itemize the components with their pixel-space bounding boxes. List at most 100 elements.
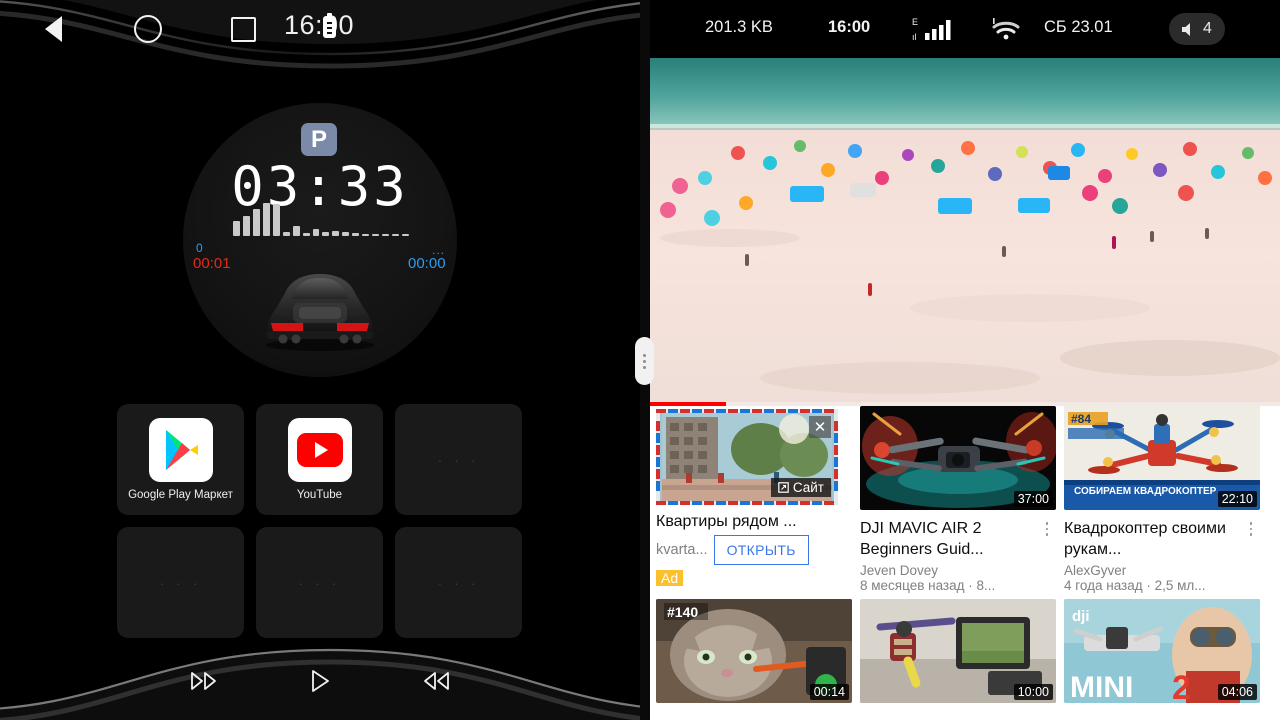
ad-domain: kvarta...: [656, 542, 708, 558]
ad-thumbnail[interactable]: ✕ Сайт: [656, 409, 838, 505]
equalizer-bar: [252, 208, 260, 236]
video-thumbnail[interactable]: 37:00: [860, 406, 1056, 510]
app-slot-empty[interactable]: · · ·: [395, 527, 522, 638]
equalizer-bar: [242, 215, 250, 236]
video-card[interactable]: 10:00: [860, 599, 1056, 703]
play-button[interactable]: [300, 666, 340, 696]
svg-text:E: E: [912, 17, 918, 27]
ad-site-link[interactable]: Сайт: [770, 478, 831, 497]
android-navigation-bar: 16:00: [0, 0, 640, 58]
video-channel: Jeven Dovey: [860, 563, 939, 578]
circle-home-icon: [134, 15, 162, 43]
recents-button[interactable]: [228, 14, 258, 44]
dial-right-bottom-value: 00:00: [408, 255, 446, 272]
video-title: Квадрокоптер своими рукам...: [1064, 520, 1226, 558]
car-launcher-pane: 16:00 P 03:33 0 00:01 ... 00:00 Google P…: [0, 0, 640, 720]
close-icon[interactable]: ✕: [809, 416, 831, 438]
dial-left-top-value: 0: [196, 241, 203, 255]
video-card[interactable]: #84 СОБИРАЕМ КВАДРОКОПТЕР 22:10 Квадроко…: [1064, 406, 1260, 593]
svg-text:ıl: ıl: [912, 32, 917, 42]
equalizer-bar: [382, 233, 389, 236]
video-duration: 22:10: [1217, 491, 1257, 507]
volume-indicator[interactable]: 4: [1169, 13, 1225, 45]
video-thumbnail[interactable]: MINI 2 dji 04:06: [1064, 599, 1260, 703]
svg-text:#140: #140: [667, 604, 698, 620]
equalizer-bar: [292, 226, 300, 236]
home-button[interactable]: [133, 14, 163, 44]
equalizer-bar: [362, 233, 370, 236]
split-screen-divider[interactable]: [635, 0, 654, 720]
app-shortcut-grid: Google Play Маркет YouTube · · · · · · · · ·…: [117, 404, 523, 638]
app-slot-empty[interactable]: · · ·: [117, 527, 244, 638]
app-slot-empty[interactable]: · · ·: [395, 404, 522, 515]
app-shortcut-youtube[interactable]: YouTube: [256, 404, 383, 515]
rewind-icon: [424, 672, 449, 690]
equalizer-bar: [282, 232, 290, 236]
feed-row-1: ✕ Сайт Квартиры рядом ... kvarta... ОТКР: [650, 406, 1280, 593]
video-card[interactable]: 37:00 DJI MAVIC AIR 2 Beginners Guid... …: [860, 406, 1056, 593]
svg-text:dji: dji: [1072, 608, 1090, 625]
equalizer-bar: [233, 220, 240, 236]
video-duration: 10:00: [1013, 684, 1053, 700]
svg-text:#84: #84: [1071, 412, 1091, 426]
video-meta: 4 года назад · 2,5 мл...: [1064, 578, 1206, 593]
media-control-bar: [0, 642, 640, 720]
video-title: DJI MAVIC AIR 2 Beginners Guid...: [860, 520, 984, 558]
next-track-button[interactable]: [183, 666, 223, 696]
triangle-back-icon: [44, 16, 62, 42]
volume-level: 4: [1203, 20, 1212, 37]
navbar-clock: 16:00: [284, 10, 355, 40]
video-duration: 00:14: [809, 684, 849, 700]
video-thumbnail[interactable]: 10:00: [860, 599, 1056, 703]
equalizer-bar: [322, 232, 330, 236]
dial-left-bottom-value: 00:01: [193, 255, 231, 272]
volume-icon: [1182, 22, 1190, 36]
app-label: Google Play Маркет: [128, 489, 233, 501]
app-shortcut-google-play[interactable]: Google Play Маркет: [117, 404, 244, 515]
ad-title: Квартиры рядом ...: [656, 513, 797, 530]
ad-card[interactable]: ✕ Сайт Квартиры рядом ... kvarta... ОТКР: [656, 406, 852, 593]
wifi-icon: [992, 18, 1020, 40]
empty-slot-icon: · · ·: [159, 574, 202, 591]
more-vertical-icon[interactable]: [1039, 516, 1055, 542]
video-card[interactable]: MINI 2 dji 04:06: [1064, 599, 1260, 703]
more-vertical-icon[interactable]: [1243, 516, 1259, 542]
video-thumbnail[interactable]: #140 00:14: [656, 599, 852, 703]
youtube-icon: [287, 418, 352, 482]
ad-badge: Ad: [656, 570, 684, 586]
empty-slot-icon: · · ·: [437, 451, 480, 468]
split-screen-handle-icon[interactable]: [635, 337, 654, 385]
equalizer-bar: [312, 229, 320, 236]
equalizer-bar: [332, 231, 340, 236]
app-slot-empty[interactable]: · · ·: [256, 527, 383, 638]
beach-drone-footage: [650, 58, 1280, 406]
svg-text:MINI: MINI: [1070, 671, 1133, 703]
split-screen-root: 16:00 P 03:33 0 00:01 ... 00:00 Google P…: [0, 0, 1280, 720]
status-bar-date: СБ 23.01: [1044, 18, 1113, 36]
equalizer-bar: [262, 203, 270, 236]
equalizer-bar: [342, 232, 350, 236]
audio-equalizer-visualizer: [233, 203, 409, 236]
ad-open-button[interactable]: ОТКРЫТЬ: [713, 535, 809, 565]
sports-car-icon: [266, 274, 374, 351]
youtube-pane: 201.3 KB 16:00 E ıl СБ 23.01 4 ✕ Сайт Кв…: [650, 0, 1280, 720]
park-status-badge: P: [301, 123, 337, 156]
video-card[interactable]: #140 00:14: [656, 599, 852, 703]
svg-text:2: 2: [1172, 669, 1191, 703]
android-status-bar: 201.3 KB 16:00 E ıl СБ 23.01 4: [650, 0, 1280, 58]
equalizer-bar: [372, 233, 380, 236]
video-player[interactable]: [650, 58, 1280, 406]
video-channel: AlexGyver: [1064, 563, 1127, 578]
equalizer-bar: [302, 232, 310, 236]
equalizer-bar: [392, 233, 399, 236]
battery-icon: [323, 13, 336, 38]
feed-row-2: #140 00:14 10:00 MINI 2 dji 04:06: [650, 599, 1280, 703]
previous-track-button[interactable]: [417, 666, 457, 696]
back-button[interactable]: [38, 14, 68, 44]
ad-meta-row: kvarta... ОТКРЫТЬ: [656, 535, 852, 565]
ad-site-label: Сайт: [792, 480, 824, 495]
play-icon: [312, 670, 329, 692]
google-play-icon: [148, 418, 213, 482]
equalizer-bar: [401, 234, 409, 236]
video-thumbnail[interactable]: #84 СОБИРАЕМ КВАДРОКОПТЕР 22:10: [1064, 406, 1260, 510]
